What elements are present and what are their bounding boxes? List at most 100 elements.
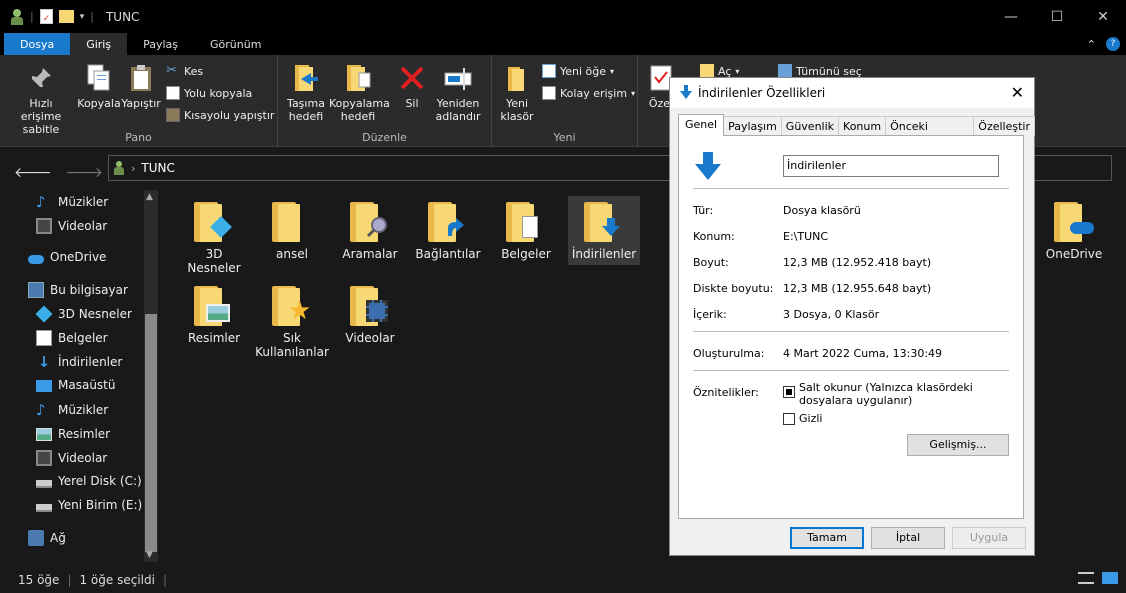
move-to-button[interactable]: Taşıma hedefi (282, 61, 330, 123)
folder-download-icon (693, 150, 723, 185)
copy-to-icon (341, 61, 375, 95)
contains-value: 3 Dosya, 0 Klasör (783, 308, 880, 321)
copy-path-icon (166, 86, 180, 100)
tab-share[interactable]: Paylaş (127, 33, 194, 55)
delete-button[interactable]: Sil (396, 61, 428, 110)
tab-location[interactable]: Konum (838, 116, 887, 136)
folder-downloads[interactable]: İndirilenler (568, 196, 640, 265)
sidebar-item-downloads[interactable]: ↓ İndirilenler (36, 354, 123, 370)
dialog-close-icon[interactable]: ✕ (1011, 83, 1024, 102)
tab-customize[interactable]: Özelleştir (973, 116, 1035, 136)
readonly-label: Salt okunur (Yalnızca klasördeki dosyala… (799, 381, 973, 407)
folder-favorites[interactable]: ★ Sık Kullanılanlar (255, 280, 329, 359)
sidebar-item-3d-objects[interactable]: 3D Nesneler (35, 305, 132, 323)
attributes-label: Öznitelikler: (693, 386, 759, 399)
sidebar-item-music-top[interactable]: ♪ Müzikler (36, 194, 108, 210)
easy-access-button[interactable]: Kolay erişim ▾ (542, 86, 635, 100)
details-view-icon[interactable] (1078, 572, 1094, 584)
open-button[interactable]: Aç ▾ (700, 64, 739, 78)
forward-arrow-icon[interactable]: 🡒 (66, 164, 104, 181)
size-label: Boyut: (693, 256, 729, 269)
rename-icon (441, 61, 475, 95)
copy-button[interactable]: Kopyala (76, 61, 122, 110)
folder-videos[interactable]: Videolar (334, 280, 406, 345)
picture-icon (36, 428, 52, 441)
readonly-checkbox[interactable] (783, 386, 795, 398)
music-note-icon: ♪ (36, 401, 46, 419)
back-arrow-icon[interactable]: 🡐 (14, 164, 52, 181)
document-icon (522, 216, 538, 238)
path-segment[interactable]: TUNC (141, 161, 174, 175)
properties-quick-icon[interactable]: ✓ (39, 9, 53, 24)
tab-file[interactable]: Dosya (4, 33, 71, 55)
tab-view[interactable]: Görünüm (194, 33, 277, 55)
paste-shortcut-button[interactable]: Kısayolu yapıştır (166, 108, 274, 122)
collapse-ribbon-icon[interactable]: ⌃ (1087, 38, 1096, 51)
sidebar-item-pictures[interactable]: Resimler (36, 426, 110, 441)
sidebar-item-local-disk[interactable]: Yerel Disk (C:) (36, 474, 142, 488)
download-arrow-icon (680, 84, 692, 102)
type-label: Tür: (693, 204, 714, 217)
sidebar-item-new-volume[interactable]: Yeni Birim (E:) (36, 498, 142, 512)
close-button[interactable]: ✕ (1080, 0, 1126, 33)
apply-button[interactable]: Uygula (952, 527, 1026, 549)
folder-pictures[interactable]: Resimler (178, 280, 250, 345)
folder-3d-objects[interactable]: 3D Nesneler (178, 196, 250, 275)
new-group: Yeni klasör Yeni öğe ▾ Kolay erişim ▾ Yeni (492, 55, 638, 147)
pin-quick-access-button[interactable]: Hızlı erişime sabitle (8, 61, 74, 136)
cut-button[interactable]: ✂ Kes (166, 64, 203, 78)
tab-security[interactable]: Güvenlik (780, 116, 840, 136)
drive-icon (36, 503, 52, 512)
sidebar-item-videos[interactable]: Videolar (36, 450, 107, 466)
scroll-down-icon[interactable]: ▼ (146, 550, 153, 560)
pin-icon (24, 61, 58, 95)
tab-previous-versions[interactable]: Önceki Sürümler (885, 116, 975, 153)
scissors-icon: ✂ (166, 63, 177, 78)
paste-icon (124, 61, 158, 95)
new-item-button[interactable]: Yeni öğe ▾ (542, 64, 614, 78)
folder-name-input[interactable]: İndirilenler (783, 155, 999, 177)
tab-home[interactable]: Giriş (70, 33, 128, 55)
general-tab-panel: İndirilenler Tür: Dosya klasörü Konum: E… (678, 135, 1024, 519)
cube-icon (35, 305, 53, 323)
ok-button[interactable]: Tamam (790, 527, 864, 549)
maximize-button[interactable]: ☐ (1034, 0, 1080, 33)
folder-searches[interactable]: Aramalar (334, 196, 406, 261)
cancel-button[interactable]: İptal (871, 527, 945, 549)
new-folder-button[interactable]: Yeni klasör (498, 61, 536, 123)
folder-ansel[interactable]: ansel (256, 196, 328, 261)
new-folder-quick-icon[interactable] (58, 10, 74, 23)
customize-qa-icon[interactable]: ▾ (80, 12, 85, 22)
magnifier-icon (366, 216, 388, 238)
copy-to-button[interactable]: Kopyalama hedefi (328, 61, 390, 123)
folder-onedrive[interactable]: OneDrive (1038, 196, 1110, 261)
select-all-button[interactable]: Tümünü seç (778, 64, 862, 78)
sidebar-item-this-pc[interactable]: Bu bilgisayar (28, 282, 128, 298)
dialog-title-bar: İndirilenler Özellikleri ✕ (670, 78, 1034, 108)
paste-button[interactable]: Yapıştır (120, 61, 162, 110)
sidebar-item-network[interactable]: Ağ (28, 530, 66, 546)
tab-general[interactable]: Genel (678, 114, 725, 136)
scroll-up-icon[interactable]: ▲ (146, 192, 153, 202)
sidebar-item-documents[interactable]: Belgeler (36, 330, 108, 346)
large-icons-view-icon[interactable] (1102, 572, 1118, 584)
help-icon[interactable]: ? (1106, 37, 1120, 51)
hidden-checkbox[interactable] (783, 413, 795, 425)
clipboard-group: Hızlı erişime sabitle Kopyala Yapıştır ✂… (0, 55, 278, 147)
scrollbar-thumb[interactable] (145, 314, 157, 552)
minimize-button[interactable]: — (988, 0, 1034, 33)
sidebar-item-onedrive[interactable]: OneDrive (28, 250, 106, 264)
new-item-icon (542, 64, 556, 78)
sidebar-item-music[interactable]: ♪ Müzikler (36, 402, 108, 418)
sidebar-item-desktop[interactable]: Masaüstü (36, 378, 115, 392)
folder-documents[interactable]: Belgeler (490, 196, 562, 261)
folder-links[interactable]: Bağlantılar (412, 196, 484, 261)
sidebar-scrollbar[interactable]: ▲ ▼ (144, 190, 158, 562)
sidebar-item-videos-top[interactable]: Videolar (36, 218, 107, 234)
advanced-button[interactable]: Gelişmiş... (907, 434, 1009, 456)
rename-button[interactable]: Yeniden adlandır (430, 61, 486, 123)
copy-path-button[interactable]: Yolu kopyala (166, 86, 252, 100)
tab-sharing[interactable]: Paylaşım (723, 116, 782, 136)
star-icon: ★ (288, 296, 312, 326)
cloud-icon (1070, 222, 1094, 234)
